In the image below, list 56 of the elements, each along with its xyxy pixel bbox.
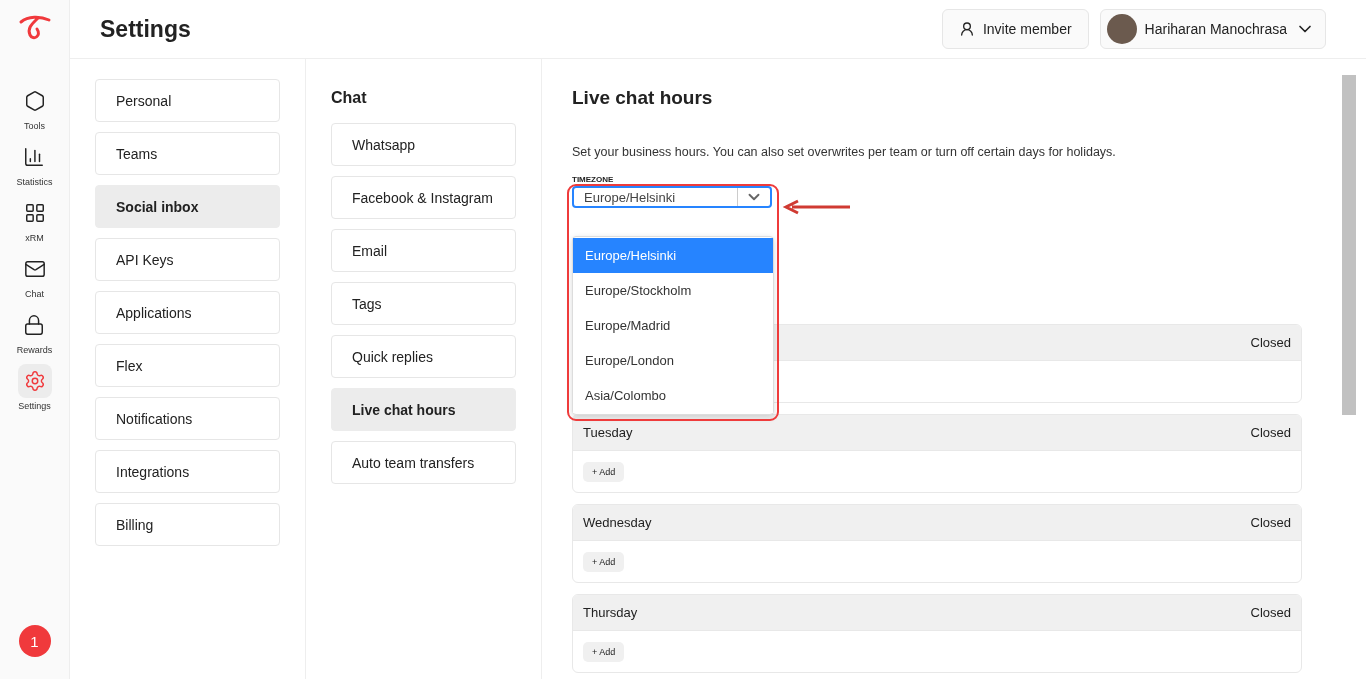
day-status: Closed xyxy=(1250,425,1291,440)
settings-menu-item[interactable]: Integrations xyxy=(95,450,280,493)
day-status: Closed xyxy=(1250,515,1291,530)
logo-icon xyxy=(17,14,52,42)
hexagon-icon xyxy=(23,90,46,112)
section-title: Live chat hours xyxy=(572,87,714,109)
settings-menu-item[interactable]: Notifications xyxy=(95,397,280,440)
day-name: Thursday xyxy=(583,605,638,620)
envelope-icon xyxy=(23,258,46,280)
notification-badge: 1 xyxy=(18,625,51,657)
day-status: Closed xyxy=(1250,605,1291,620)
grid-icon xyxy=(23,202,46,224)
rail-item[interactable]: Rewards xyxy=(16,308,53,355)
day-status: Closed xyxy=(1250,335,1291,350)
user-menu-button[interactable]: Hariharan Manochrasa xyxy=(1099,9,1326,49)
submenu-item[interactable]: Email xyxy=(331,229,516,272)
rail-item[interactable]: Statistics xyxy=(16,140,53,187)
timezone-option[interactable]: Europe/London xyxy=(573,343,773,378)
description: Set your business hours. You can also set overwrites per team or turn off certain days for holidays. xyxy=(572,145,1117,159)
rail-item[interactable]: Chat xyxy=(17,252,52,299)
settings-menu-item[interactable]: API Keys xyxy=(95,238,280,281)
add-button[interactable]: + Add xyxy=(583,461,625,482)
settings-menu-item[interactable]: Applications xyxy=(95,291,280,334)
arrow-icon xyxy=(782,199,852,215)
submenu-item[interactable]: Quick replies xyxy=(331,335,516,378)
settings-menu-item[interactable]: Teams xyxy=(95,132,280,175)
rail-item[interactable]: xRM xyxy=(17,196,52,243)
timezone-option[interactable]: Europe/Stockholm xyxy=(573,273,773,308)
add-button[interactable]: + Add xyxy=(583,641,625,662)
padlock-icon xyxy=(23,314,46,336)
settings-menu-item[interactable]: Personal xyxy=(95,79,280,122)
add-button[interactable]: + Add xyxy=(583,551,625,572)
section-heading: Chat xyxy=(331,89,368,107)
settings-icon xyxy=(23,370,46,392)
day-name: Wednesday xyxy=(583,515,652,530)
submenu-item[interactable]: Facebook & Instagram xyxy=(331,176,516,219)
invite-member-button[interactable]: Invite member xyxy=(941,9,1089,49)
submenu-item[interactable]: Tags xyxy=(331,282,516,325)
submenu-item[interactable]: Auto team transfers xyxy=(331,441,516,484)
user-icon xyxy=(958,21,975,37)
scrollbar-thumb[interactable] xyxy=(1342,75,1356,415)
settings-menu-item[interactable]: Social inbox xyxy=(95,185,280,228)
submenu-item[interactable]: Whatsapp xyxy=(331,123,516,166)
timezone-option[interactable]: Europe/Helsinki xyxy=(573,238,773,273)
settings-menu-item[interactable]: Billing xyxy=(95,503,280,546)
day-name: Tuesday xyxy=(583,425,633,440)
timezone-option[interactable]: Europe/Madrid xyxy=(573,308,773,343)
avatar xyxy=(1106,14,1137,44)
submenu-item[interactable]: Live chat hours xyxy=(331,388,516,431)
page-title: Settings xyxy=(100,15,192,43)
timezone-label: TIMEZONE xyxy=(572,175,615,184)
bar-chart-icon xyxy=(23,146,46,168)
timezone-select[interactable]: Europe/Helsinki xyxy=(572,186,772,208)
timezone-option[interactable]: Asia/Colombo xyxy=(573,378,773,413)
settings-menu-item[interactable]: Flex xyxy=(95,344,280,387)
rail-item[interactable]: Tools xyxy=(17,84,52,131)
